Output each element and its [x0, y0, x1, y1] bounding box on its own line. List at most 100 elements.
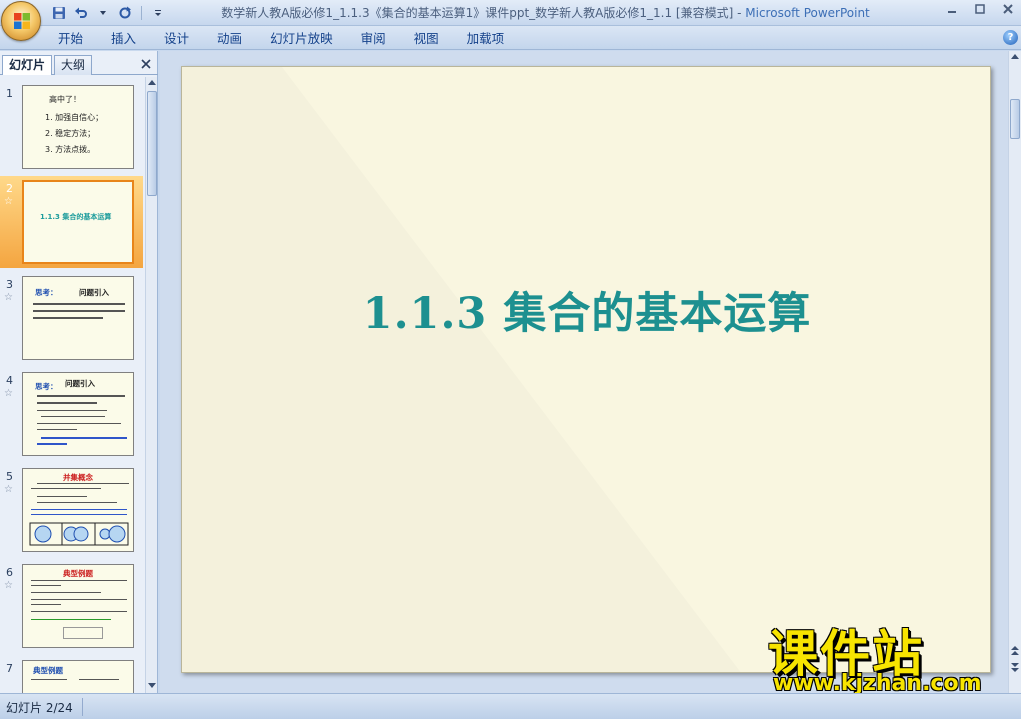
- tab-home[interactable]: 开始: [58, 30, 97, 48]
- tab-review[interactable]: 审阅: [347, 30, 400, 48]
- venn-diagrams: [29, 522, 129, 546]
- thumbnail-image: 思考： 问题引入: [22, 276, 134, 360]
- text-line: [31, 580, 127, 581]
- thumbnail-scrollbar[interactable]: [145, 77, 157, 693]
- text-line: [31, 619, 111, 620]
- text-line: [31, 592, 101, 593]
- status-separator: [82, 698, 83, 716]
- thumbnail-image: 1.1.3 集合的基本运算: [22, 180, 134, 264]
- slide-number: 5: [6, 470, 13, 483]
- document-title: 数学新人教A版必修1_1.1.3《集合的基本运算1》课件ppt_数学新人教A版必…: [221, 6, 742, 20]
- slide-thumbnail-6[interactable]: 6 ☆ 典型例题: [0, 560, 143, 652]
- thumbnail-text: 高中了！: [49, 95, 81, 104]
- thumbnail-image: 思考： 问题引入: [22, 372, 134, 456]
- slide-number: 7: [6, 662, 13, 675]
- window-title: 数学新人教A版必修1_1.1.3《集合的基本运算1》课件ppt_数学新人教A版必…: [150, 4, 941, 21]
- text-line: [31, 509, 127, 510]
- scroll-up-arrow-icon[interactable]: [1011, 54, 1019, 59]
- tab-slides[interactable]: 幻灯片: [2, 55, 53, 75]
- animation-star-icon: ☆: [4, 292, 13, 303]
- close-button[interactable]: [1001, 2, 1015, 16]
- panel-close-button[interactable]: [139, 57, 153, 71]
- ribbon-tabs: 开始 插入 设计 动画 幻灯片放映 审阅 视图 加载项: [58, 30, 518, 48]
- minimize-button[interactable]: [945, 2, 959, 16]
- thumbnail-heading: 思考：: [35, 382, 58, 391]
- text-line: [31, 679, 67, 680]
- animation-star-icon: ☆: [4, 580, 13, 591]
- text-line: [37, 483, 129, 484]
- slide-counter: 幻灯片 2/24: [6, 701, 73, 715]
- tab-design[interactable]: 设计: [150, 30, 203, 48]
- scroll-down-arrow-icon[interactable]: [148, 683, 156, 688]
- office-button[interactable]: [1, 1, 41, 41]
- panel-tabs: 幻灯片 大纲: [0, 53, 158, 75]
- slide-thumbnail-3[interactable]: 3 ☆ 思考： 问题引入: [0, 272, 143, 364]
- text-line: [31, 585, 61, 586]
- close-icon: [141, 59, 151, 69]
- tab-addins[interactable]: 加载项: [453, 30, 519, 48]
- animation-star-icon: ☆: [4, 484, 13, 495]
- text-line: [37, 429, 77, 430]
- double-chevron-down-icon: [1011, 663, 1019, 672]
- thumbnail-heading: 思考：: [35, 288, 58, 297]
- scrollbar-thumb[interactable]: [147, 91, 157, 196]
- text-line: [37, 410, 107, 411]
- undo-button[interactable]: [72, 4, 90, 22]
- slide-number: 3: [6, 278, 13, 291]
- chevron-down-icon: [100, 11, 106, 15]
- thumbnail-image: 典型例题: [22, 660, 134, 693]
- scrollbar-thumb[interactable]: [1010, 99, 1020, 139]
- tab-view[interactable]: 视图: [400, 30, 453, 48]
- tab-outline[interactable]: 大纲: [54, 55, 93, 75]
- previous-slide-button[interactable]: [1011, 645, 1019, 655]
- thumbnail-text: 3. 方法点拨。: [45, 145, 96, 154]
- thumbnail-image: 高中了！ 1. 加强自信心； 2. 稳定方法； 3. 方法点拨。: [22, 85, 134, 169]
- text-line: [31, 514, 127, 515]
- status-bar: 幻灯片 2/24: [0, 693, 1021, 719]
- slide-thumbnail-5[interactable]: 5 ☆ 并集概念: [0, 464, 143, 556]
- scroll-up-arrow-icon[interactable]: [148, 80, 156, 85]
- undo-icon: [75, 7, 87, 18]
- slide-editor: 1.1.3 集合的基本运算: [160, 51, 1008, 693]
- save-button[interactable]: [50, 4, 68, 22]
- undo-dropdown-arrow[interactable]: [94, 4, 112, 22]
- help-icon: ?: [1007, 32, 1014, 43]
- slide-thumbnail-4[interactable]: 4 ☆ 思考： 问题引入: [0, 368, 143, 460]
- thumbnail-subheading: 问题引入: [65, 379, 95, 388]
- slide-thumbnail-2[interactable]: 2 ☆ 1.1.3 集合的基本运算: [0, 176, 143, 268]
- redo-button[interactable]: [116, 4, 134, 22]
- slide-number: 1: [6, 87, 13, 100]
- thumbnail-title: 1.1.3 集合的基本运算: [40, 213, 112, 221]
- text-line: [31, 488, 101, 489]
- thumbnail-heading: 典型例题: [33, 666, 63, 675]
- tab-animation[interactable]: 动画: [203, 30, 256, 48]
- text-line: [37, 395, 125, 397]
- title-bar: 数学新人教A版必修1_1.1.3《集合的基本运算1》课件ppt_数学新人教A版必…: [0, 0, 1021, 26]
- help-button[interactable]: ?: [1003, 30, 1018, 45]
- restore-button[interactable]: [973, 2, 987, 16]
- thumbnail-heading: 并集概念: [63, 473, 93, 482]
- number-line-figure: [63, 627, 103, 639]
- text-line: [37, 402, 97, 404]
- next-slide-button[interactable]: [1011, 661, 1019, 672]
- slide-title[interactable]: 1.1.3 集合的基本运算: [182, 279, 990, 341]
- thumbnail-text: 1. 加强自信心；: [45, 113, 104, 122]
- tab-slideshow[interactable]: 幻灯片放映: [256, 30, 347, 48]
- slide-background-shape: [182, 67, 741, 672]
- thumbnail-image: 并集概念: [22, 468, 134, 552]
- thumbnail-heading: 典型例题: [63, 569, 93, 578]
- redo-icon: [119, 6, 131, 19]
- slide-canvas[interactable]: 1.1.3 集合的基本运算: [181, 66, 991, 673]
- toolbar-separator: [141, 6, 142, 20]
- slide-thumbnail-1[interactable]: 1 高中了！ 1. 加强自信心； 2. 稳定方法； 3. 方法点拨。: [0, 81, 143, 173]
- thumbnail-list: 1 高中了！ 1. 加强自信心； 2. 稳定方法； 3. 方法点拨。 2 ☆ 1…: [0, 77, 143, 693]
- editor-scrollbar[interactable]: [1008, 51, 1021, 693]
- tab-insert[interactable]: 插入: [97, 30, 150, 48]
- text-line: [37, 496, 87, 497]
- text-line: [33, 317, 103, 319]
- text-line: [41, 416, 105, 417]
- slide-thumbnail-7[interactable]: 7 典型例题: [0, 656, 143, 693]
- window-controls: [945, 2, 1015, 16]
- text-line: [79, 679, 119, 680]
- slide-number: 2: [6, 182, 13, 195]
